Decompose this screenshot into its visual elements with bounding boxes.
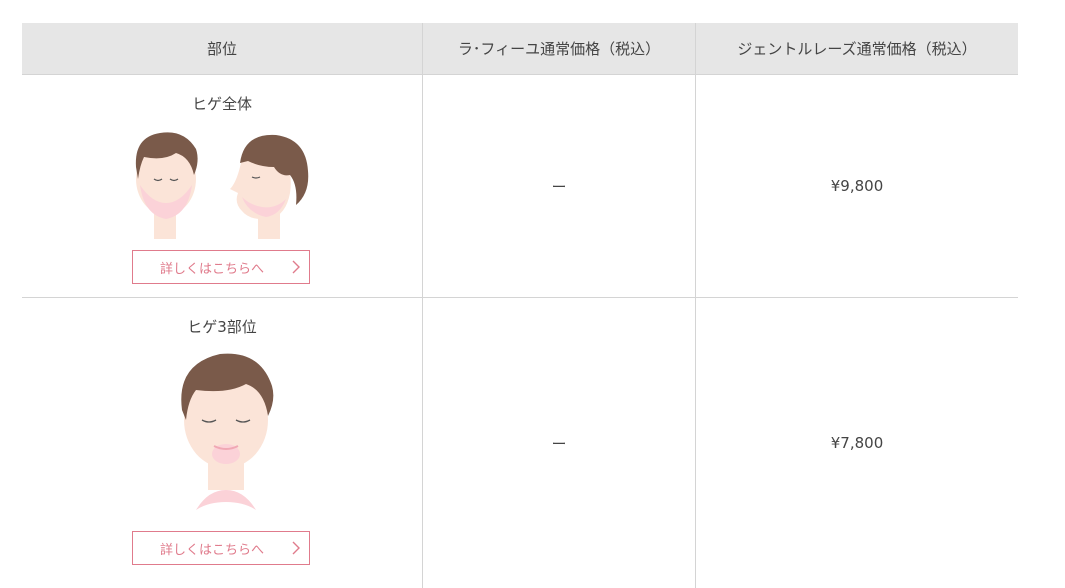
table-row: ヒゲ全体 詳しくはこちらへ ー ¥9,800 [22, 75, 1018, 298]
details-button[interactable]: 詳しくはこちらへ [132, 531, 310, 565]
lafiu-price-cell: ー [422, 75, 695, 297]
details-button[interactable]: 詳しくはこちらへ [132, 250, 310, 284]
part-cell: ヒゲ3部位 詳しくはこちらへ [22, 298, 422, 588]
chevron-right-icon [292, 260, 300, 274]
lafiu-price-cell: ー [422, 298, 695, 588]
table-row: ヒゲ3部位 詳しくはこちらへ ー ¥7,800 [22, 298, 1018, 588]
part-name: ヒゲ3部位 [187, 318, 257, 336]
details-button-label: 詳しくはこちらへ [159, 261, 264, 277]
header-gentle-price: ジェントルレーズ通常価格（税込） [695, 23, 1018, 74]
header-lafiu-price: ラ･フィーユ通常価格（税込） [422, 23, 695, 74]
details-button-label: 詳しくはこちらへ [159, 542, 264, 558]
table-header: 部位 ラ･フィーユ通常価格（税込） ジェントルレーズ通常価格（税込） [22, 23, 1018, 75]
part-name: ヒゲ全体 [191, 95, 252, 113]
full-beard-illustration [135, 132, 309, 239]
gentle-price-cell: ¥9,800 [695, 75, 1018, 297]
gentle-price-cell: ¥7,800 [695, 298, 1018, 588]
header-part: 部位 [206, 40, 237, 58]
price-table: 部位 ラ･フィーユ通常価格（税込） ジェントルレーズ通常価格（税込） ヒゲ全体 [22, 23, 1018, 588]
beard-three-parts-illustration [181, 353, 274, 510]
chevron-right-icon [292, 541, 300, 555]
part-cell: ヒゲ全体 詳しくはこちらへ [22, 75, 422, 297]
